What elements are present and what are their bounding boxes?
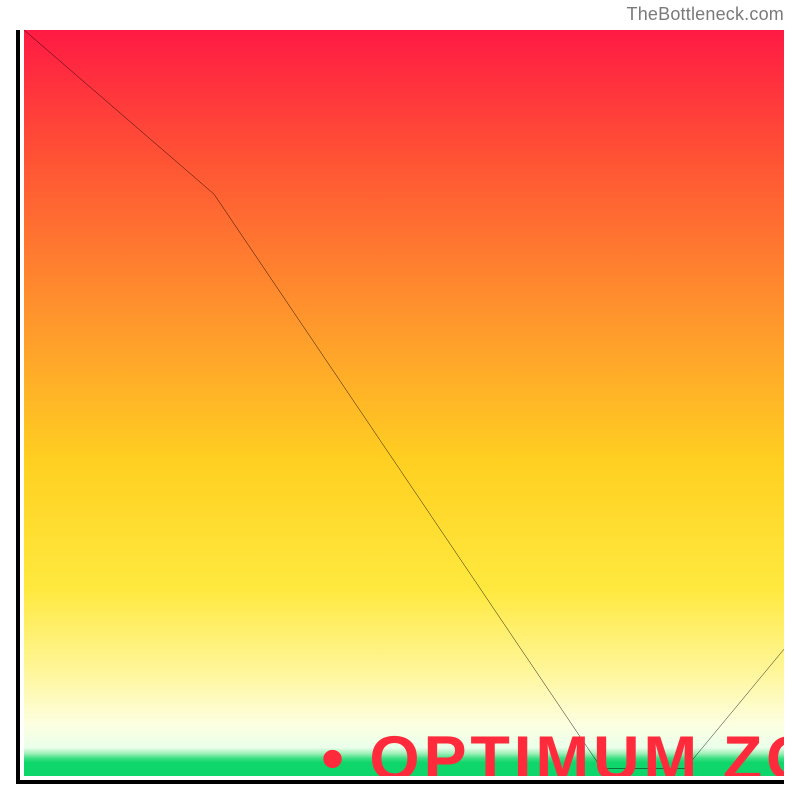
gradient-background — [24, 30, 784, 776]
chart-container: TheBottleneck.com — [0, 0, 800, 800]
plot-body: • OPTIMUM ZONE • — [24, 30, 784, 776]
optimum-zone-label: • OPTIMUM ZONE • — [321, 723, 784, 776]
plot-svg: • OPTIMUM ZONE • — [24, 30, 784, 776]
plot-frame: • OPTIMUM ZONE • — [16, 30, 784, 784]
attribution-text: TheBottleneck.com — [627, 4, 784, 25]
